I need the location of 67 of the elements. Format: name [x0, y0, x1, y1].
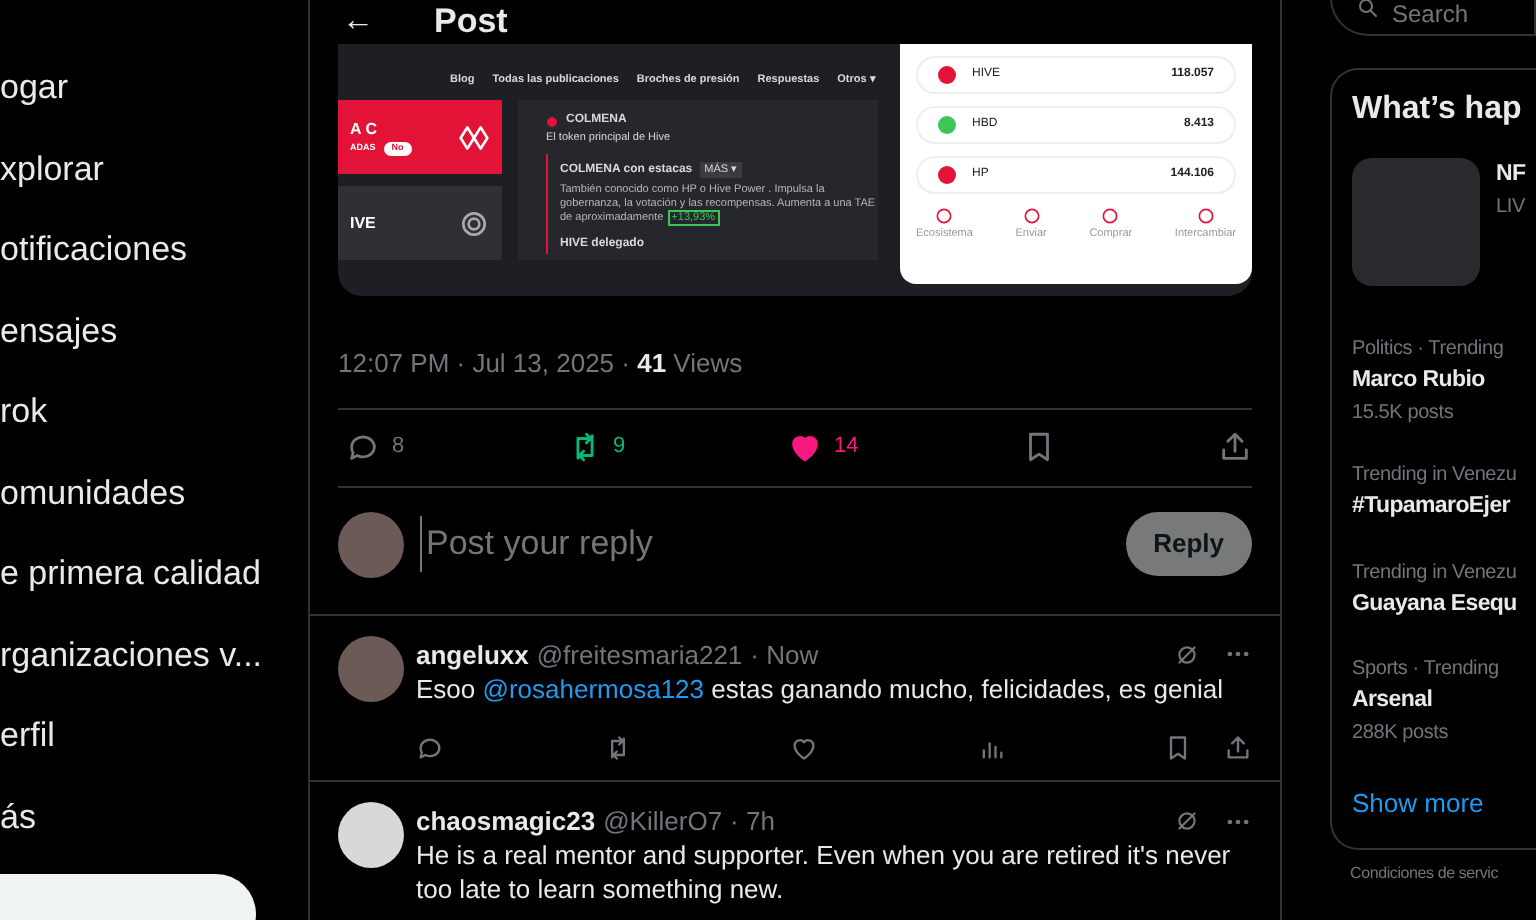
mention-link[interactable]: @rosahermosa123	[482, 674, 705, 704]
author-name[interactable]: angeluxx	[416, 635, 529, 674]
search-field[interactable]: Search	[1330, 0, 1536, 36]
reply-text: He is a real mentor and supporter. Even when you are retired it's never too late to learn something new.	[416, 840, 1233, 909]
photo-placeholder	[1352, 158, 1480, 286]
repost-button[interactable]: 9	[567, 430, 626, 464]
heart-icon	[788, 430, 822, 464]
bookmark-icon[interactable]	[1164, 733, 1192, 762]
trend-title[interactable]: Arsenal	[1352, 683, 1536, 718]
action-icon[interactable]	[1100, 206, 1121, 226]
trend-meta: Politics · Trending	[1352, 336, 1506, 364]
back-button[interactable]: ←	[338, 0, 374, 46]
page-title: Post	[434, 0, 508, 45]
reply-icon[interactable]	[416, 733, 444, 762]
like-button[interactable]: 14	[788, 430, 859, 464]
author-handle[interactable]: @freitesmaria221	[536, 635, 743, 674]
nav-item[interactable]: otificaciones	[0, 230, 308, 270]
heart-icon[interactable]	[790, 733, 818, 762]
reply-icon	[346, 430, 380, 464]
featured-title[interactable]: NF	[1496, 158, 1526, 193]
author-handle[interactable]: @KillerO7	[603, 801, 723, 841]
avatar	[338, 511, 404, 577]
share-button[interactable]	[1218, 430, 1252, 464]
nav-item[interactable]: rganizaciones v...	[0, 635, 308, 675]
grok-icon[interactable]	[1174, 808, 1200, 835]
nav-item[interactable]: ensajes	[0, 311, 308, 351]
nav-item[interactable]: rok	[0, 392, 308, 432]
show-more-link[interactable]: Show more	[1352, 788, 1484, 818]
section-title: What’s hap	[1352, 90, 1524, 130]
reply-text: Esoo @rosahermosa123 estas ganando mucho, felicidades, es genial	[416, 674, 1225, 708]
trend-title[interactable]: Guayana Esequ	[1352, 587, 1536, 622]
trend-title[interactable]: #TupamaroEjer	[1352, 490, 1536, 525]
trend-post-count: 15.5K posts	[1352, 400, 1456, 429]
grok-icon[interactable]	[1174, 641, 1200, 668]
post-time: · 7h	[730, 803, 777, 840]
nav-item[interactable]: ás	[0, 797, 308, 837]
post-time: · Now	[750, 637, 821, 673]
nav-item[interactable]: ogar	[0, 68, 308, 108]
reply-input[interactable]: Post your reply	[420, 516, 1110, 572]
nav-item[interactable]: e primera calidad	[0, 554, 308, 594]
card-title: IVE	[350, 211, 376, 236]
share-icon	[1218, 430, 1252, 464]
footer-link[interactable]: Condiciones de servic	[1350, 862, 1536, 886]
share-icon[interactable]	[1224, 733, 1252, 762]
diamond-logo-icon	[458, 121, 490, 154]
card-title: A C	[350, 118, 379, 143]
nav-item[interactable]: xplorar	[0, 149, 308, 189]
trend-meta: Trending in Venezu	[1352, 462, 1519, 491]
trend-meta: Sports · Trending	[1352, 655, 1501, 684]
token-logo-icon	[546, 115, 558, 128]
reply-button[interactable]: Reply	[1125, 512, 1252, 576]
post-timestamp: 12:07 PM · Jul 13, 2025 · 41 Views	[338, 316, 1252, 409]
featured-subtitle: LIV	[1496, 194, 1526, 223]
trend-title[interactable]: Marco Rubio	[1352, 364, 1536, 399]
action-icon[interactable]	[1021, 206, 1042, 226]
nav-item[interactable]: omunidades	[0, 473, 308, 513]
avatar	[338, 635, 404, 701]
author-name[interactable]: chaosmagic23	[416, 801, 596, 841]
nav-item[interactable]: erfil	[0, 716, 308, 756]
avatar	[338, 801, 404, 868]
gear-icon	[458, 207, 490, 240]
search-icon	[1356, 0, 1380, 20]
trend-meta: Trending in Venezu	[1352, 559, 1519, 587]
trend-post-count: 288K posts	[1352, 720, 1451, 748]
action-icon[interactable]	[1195, 206, 1216, 226]
action-icon[interactable]	[934, 206, 955, 226]
reply-button[interactable]: 8	[346, 430, 405, 464]
